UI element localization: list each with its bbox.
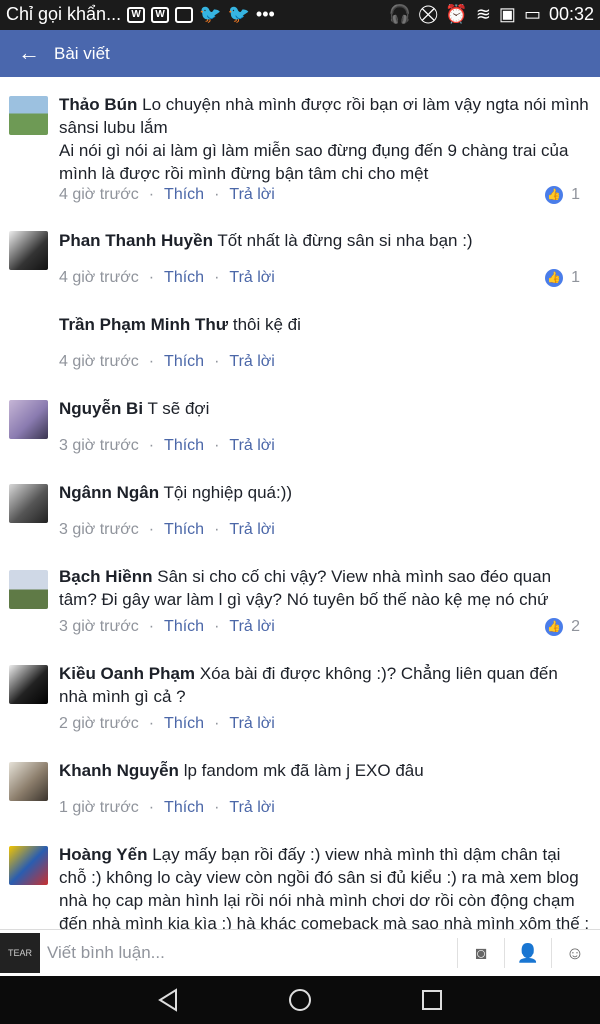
- separator: ·: [214, 269, 220, 286]
- separator: ·: [148, 269, 155, 286]
- comment-time: 3 giờ trước: [59, 618, 139, 635]
- notification-text: Chỉ gọi khẩn...: [6, 4, 122, 24]
- comment-time: 4 giờ trước: [59, 269, 139, 286]
- avatar[interactable]: [9, 96, 48, 135]
- comment-text: lp fandom mk đã làm j EXO đâu: [183, 761, 424, 780]
- headphones-icon: 🎧: [388, 4, 412, 24]
- like-button[interactable]: Thích: [164, 715, 204, 732]
- reply-button[interactable]: Trả lời: [229, 715, 274, 732]
- comment-input[interactable]: Viết bình luận...: [47, 943, 165, 963]
- avatar[interactable]: [9, 570, 48, 609]
- back-nav-icon[interactable]: [156, 988, 180, 1012]
- avatar[interactable]: [9, 484, 48, 523]
- thumbs-up-icon: 👍: [545, 186, 564, 204]
- separator: ·: [214, 715, 220, 732]
- battery-icon: ▭: [523, 4, 541, 24]
- comment-time: 3 giờ trước: [59, 437, 139, 454]
- separator: ·: [214, 521, 220, 538]
- notification-icon: W: [127, 6, 146, 23]
- reply-button[interactable]: Trả lời: [229, 353, 274, 370]
- avatar: TEAR: [0, 933, 40, 973]
- like-button[interactable]: Thích: [164, 186, 204, 203]
- home-nav-icon[interactable]: [288, 988, 312, 1012]
- comment-text: T sẽ đợi: [147, 399, 210, 418]
- add-person-icon[interactable]: 👤: [504, 938, 551, 968]
- reply-button[interactable]: Trả lời: [229, 269, 274, 286]
- alarm-icon: ⏰: [445, 4, 468, 24]
- twitter-icon: 🐦: [227, 4, 250, 24]
- avatar[interactable]: [9, 665, 48, 704]
- separator: ·: [148, 353, 155, 370]
- commenter-name[interactable]: Nguyễn Bi: [59, 399, 143, 418]
- commenter-name[interactable]: Khanh Nguyễn: [59, 761, 179, 780]
- image-icon: [175, 6, 194, 23]
- comment-text: Lo chuyện nhà mình được rồi bạn ơi làm v…: [59, 95, 589, 137]
- thumbs-up-icon: 👍: [545, 618, 564, 636]
- comment-list[interactable]: Thảo Bún Lo chuyện nhà mình được rồi bạn…: [0, 77, 600, 929]
- status-bar: Chỉ gọi khẩn... W W 🐦 🐦 ••• 🎧 ⛒ ⏰ ≋ ▣ ▭ …: [0, 0, 600, 30]
- like-button[interactable]: Thích: [164, 437, 204, 454]
- twitter-icon: 🐦: [199, 4, 222, 24]
- camera-icon[interactable]: ◙: [457, 938, 504, 968]
- like-button[interactable]: Thích: [164, 269, 204, 286]
- avatar[interactable]: [9, 762, 48, 801]
- app-bar: ← Bài viết: [0, 30, 600, 77]
- separator: ·: [214, 799, 220, 816]
- comment-time: 4 giờ trước: [59, 186, 139, 203]
- avatar[interactable]: [9, 400, 48, 439]
- separator: ·: [214, 186, 220, 203]
- commenter-name[interactable]: Trần Phạm Minh Thư: [59, 315, 228, 334]
- separator: ·: [214, 353, 220, 370]
- like-button[interactable]: Thích: [164, 799, 204, 816]
- vibrate-icon: ⛒: [419, 4, 438, 24]
- avatar[interactable]: [9, 846, 48, 885]
- comment-text: Tội nghiệp quá:)): [163, 483, 293, 502]
- reply-button[interactable]: Trả lời: [229, 437, 274, 454]
- avatar[interactable]: [9, 231, 48, 270]
- more-icon: •••: [255, 4, 275, 24]
- reply-button[interactable]: Trả lời: [229, 618, 274, 635]
- wifi-icon: ≋: [475, 4, 491, 24]
- separator: ·: [214, 618, 220, 635]
- separator: ·: [214, 437, 220, 454]
- navigation-bar: [0, 976, 600, 1024]
- like-count[interactable]: 👍 1: [545, 269, 580, 287]
- separator: ·: [148, 521, 155, 538]
- comment-time: 3 giờ trước: [59, 521, 139, 538]
- reply-button[interactable]: Trả lời: [229, 186, 274, 203]
- separator: ·: [148, 618, 155, 635]
- emoji-icon[interactable]: ☺: [551, 938, 598, 968]
- comment-text: Tốt nhất là đừng sân si nha bạn :): [217, 231, 473, 250]
- comment-text: thôi kệ đi: [232, 315, 301, 334]
- comment-time: 1 giờ trước: [59, 799, 139, 816]
- commenter-name[interactable]: Phan Thanh Huyền: [59, 231, 213, 250]
- commenter-name[interactable]: Hoàng Yến: [59, 845, 147, 864]
- clock: 00:32: [548, 4, 594, 24]
- recents-nav-icon[interactable]: [420, 988, 444, 1012]
- commenter-name[interactable]: Thảo Bún: [59, 95, 137, 114]
- thumbs-up-icon: 👍: [545, 269, 564, 287]
- like-count[interactable]: 👍 1: [545, 186, 580, 204]
- notification-icon: W: [151, 6, 170, 23]
- separator: ·: [148, 437, 155, 454]
- like-count[interactable]: 👍 2: [545, 618, 580, 636]
- like-button[interactable]: Thích: [164, 353, 204, 370]
- separator: ·: [148, 186, 155, 203]
- commenter-name[interactable]: Ngânn Ngân: [59, 483, 159, 502]
- comment-text: Ai nói gì nói ai làm gì làm miễn sao đừn…: [59, 141, 569, 183]
- sim-icon: ▣: [498, 4, 516, 24]
- comment-time: 2 giờ trước: [59, 715, 139, 732]
- back-arrow-icon[interactable]: ←: [18, 40, 40, 66]
- page-title: Bài viết: [54, 44, 110, 63]
- commenter-name[interactable]: Bạch Hiềnn: [59, 567, 153, 586]
- commenter-name[interactable]: Kiều Oanh Phạm: [59, 664, 195, 683]
- reply-button[interactable]: Trả lời: [229, 799, 274, 816]
- separator: ·: [148, 715, 155, 732]
- reply-button[interactable]: Trả lời: [229, 521, 274, 538]
- like-button[interactable]: Thích: [164, 521, 204, 538]
- comment-time: 4 giờ trước: [59, 353, 139, 370]
- comment-composer: TEAR Viết bình luận... ◙ 👤 ☺: [0, 929, 600, 976]
- like-button[interactable]: Thích: [164, 618, 204, 635]
- separator: ·: [148, 799, 155, 816]
